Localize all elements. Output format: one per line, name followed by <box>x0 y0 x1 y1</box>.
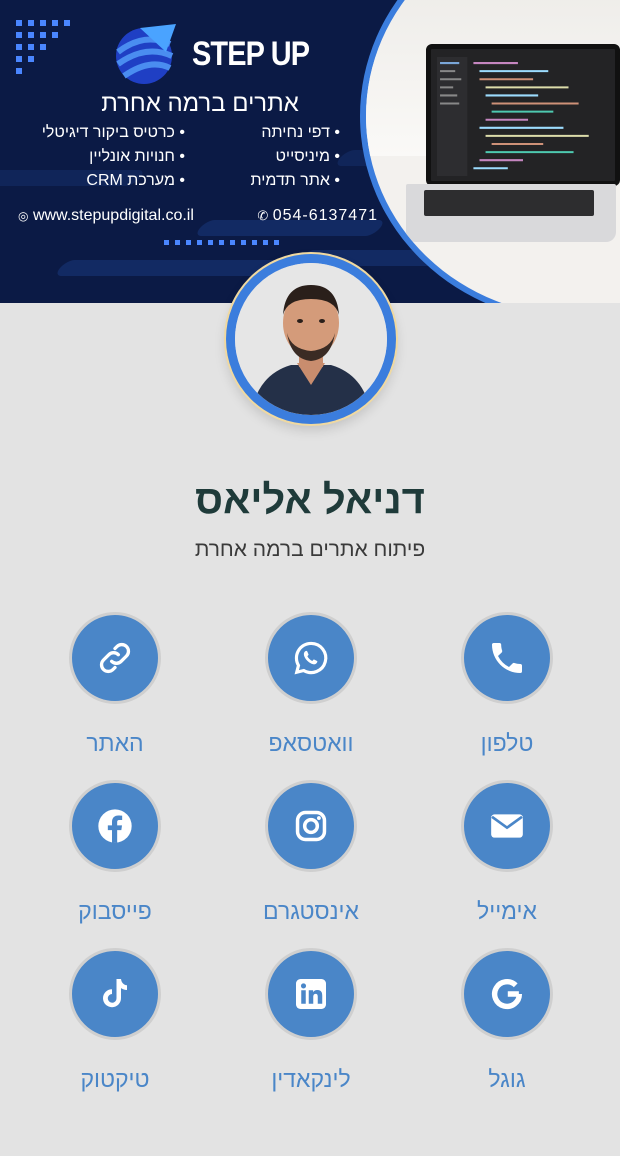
phone-button[interactable]: טלפון <box>427 612 587 757</box>
whatsapp-button[interactable]: וואטסאפ <box>231 612 391 757</box>
brand-name: STEP UP <box>192 34 310 73</box>
service-item: • כרטיס ביקור דיגיטלי <box>41 124 185 141</box>
business-card-page: STEP UP אתרים ברמה אחרת • דפי נחיתה • כר… <box>0 0 620 1156</box>
envelope-icon <box>491 814 523 838</box>
profile-avatar <box>226 254 396 424</box>
whatsapp-icon <box>294 641 328 675</box>
globe-icon: ◎ <box>18 209 29 223</box>
laptop-screen <box>426 44 620 186</box>
banner-contact-line: ◎ www.stepupdigital.co.il ✆ 054-6137471 <box>18 207 378 225</box>
service-item: • דפי נחיתה <box>261 124 340 141</box>
google-icon <box>491 979 523 1010</box>
linkedin-icon <box>296 979 326 1009</box>
step-up-logo: STEP UP <box>110 22 330 86</box>
facebook-icon <box>98 809 132 843</box>
service-item: • חנויות אונליין <box>89 148 185 165</box>
profile-name: דניאל אליאס <box>195 478 425 522</box>
decorative-dot-row <box>164 240 279 245</box>
instagram-icon <box>295 810 327 842</box>
phone-icon <box>492 643 522 673</box>
whatsapp-button-label: וואטסאפ <box>268 730 354 756</box>
website-button[interactable]: האתר <box>35 612 195 757</box>
banner-phone: ✆ 054-6137471 <box>257 207 378 224</box>
facebook-button[interactable]: פייסבוק <box>35 780 195 925</box>
banner-tagline: אתרים ברמה אחרת <box>101 90 299 117</box>
email-button-label: אימייל <box>477 898 537 924</box>
person-photo <box>235 263 387 415</box>
website-button-label: האתר <box>86 730 144 756</box>
decorative-dots <box>16 20 70 74</box>
linkedin-button-label: לינקאדין <box>271 1066 351 1092</box>
facebook-button-label: פייסבוק <box>78 898 152 924</box>
service-item: • מיניסייט <box>275 148 340 165</box>
phone-small-icon: ✆ <box>257 208 269 223</box>
tiktok-icon <box>103 979 127 1008</box>
google-button[interactable]: גוגל <box>427 948 587 1093</box>
tiktok-button[interactable]: טיקטוק <box>35 948 195 1093</box>
service-item: • אתר תדמית <box>250 172 340 189</box>
laptop-keyboard <box>406 184 616 242</box>
google-button-label: גוגל <box>488 1066 526 1092</box>
phone-button-label: טלפון <box>480 730 534 756</box>
globe-logo-icon <box>116 24 176 84</box>
instagram-button[interactable]: אינסטגרם <box>231 780 391 925</box>
profile-title: פיתוח אתרים ברמה אחרת <box>194 538 426 561</box>
banner-website: ◎ www.stepupdigital.co.il <box>18 207 194 224</box>
services-list: • דפי נחיתה • כרטיס ביקור דיגיטלי • מיני… <box>40 124 340 190</box>
service-item: • מערכת CRM <box>86 172 185 189</box>
link-icon <box>99 642 131 674</box>
tiktok-button-label: טיקטוק <box>80 1066 150 1092</box>
email-button[interactable]: אימייל <box>427 780 587 925</box>
linkedin-button[interactable]: לינקאדין <box>231 948 391 1093</box>
instagram-button-label: אינסטגרם <box>263 898 359 924</box>
